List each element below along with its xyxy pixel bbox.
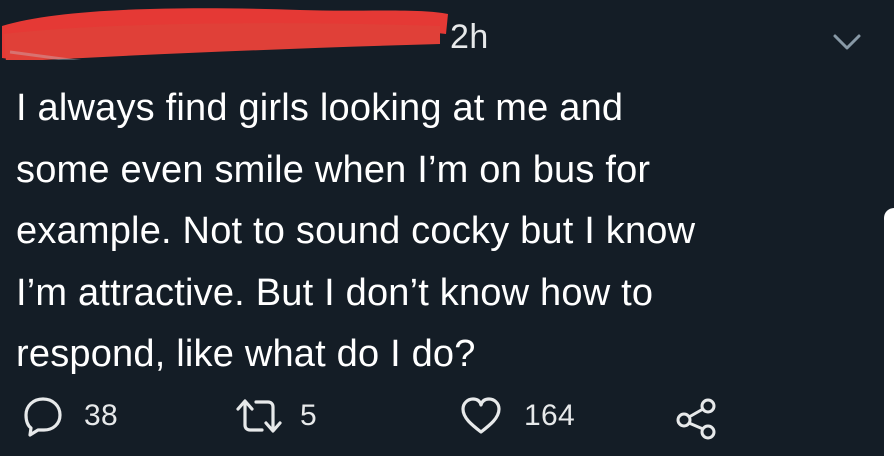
- retweet-button[interactable]: 5: [232, 388, 317, 444]
- reply-count: 38: [84, 399, 118, 432]
- tweet-card: 2h I always find girls looking at me and…: [0, 0, 894, 456]
- tweet-body-text: I always find girls looking at me and so…: [16, 87, 696, 375]
- adjacent-panel-edge: [884, 208, 894, 456]
- reply-button[interactable]: 38: [22, 388, 118, 444]
- tweet-timestamp: 2h: [450, 18, 489, 56]
- share-icon: [676, 398, 716, 440]
- tweet-action-bar: 38 5 164: [0, 388, 894, 444]
- heart-icon: [461, 397, 501, 434]
- share-button[interactable]: [672, 388, 720, 444]
- redaction-scribble: [2, 8, 448, 60]
- reply-icon: [24, 397, 62, 437]
- retweet-count: 5: [300, 399, 317, 432]
- retweet-icon: [236, 399, 282, 433]
- like-button[interactable]: 164: [460, 388, 575, 444]
- chevron-down-icon[interactable]: [832, 32, 862, 52]
- like-count: 164: [524, 399, 575, 432]
